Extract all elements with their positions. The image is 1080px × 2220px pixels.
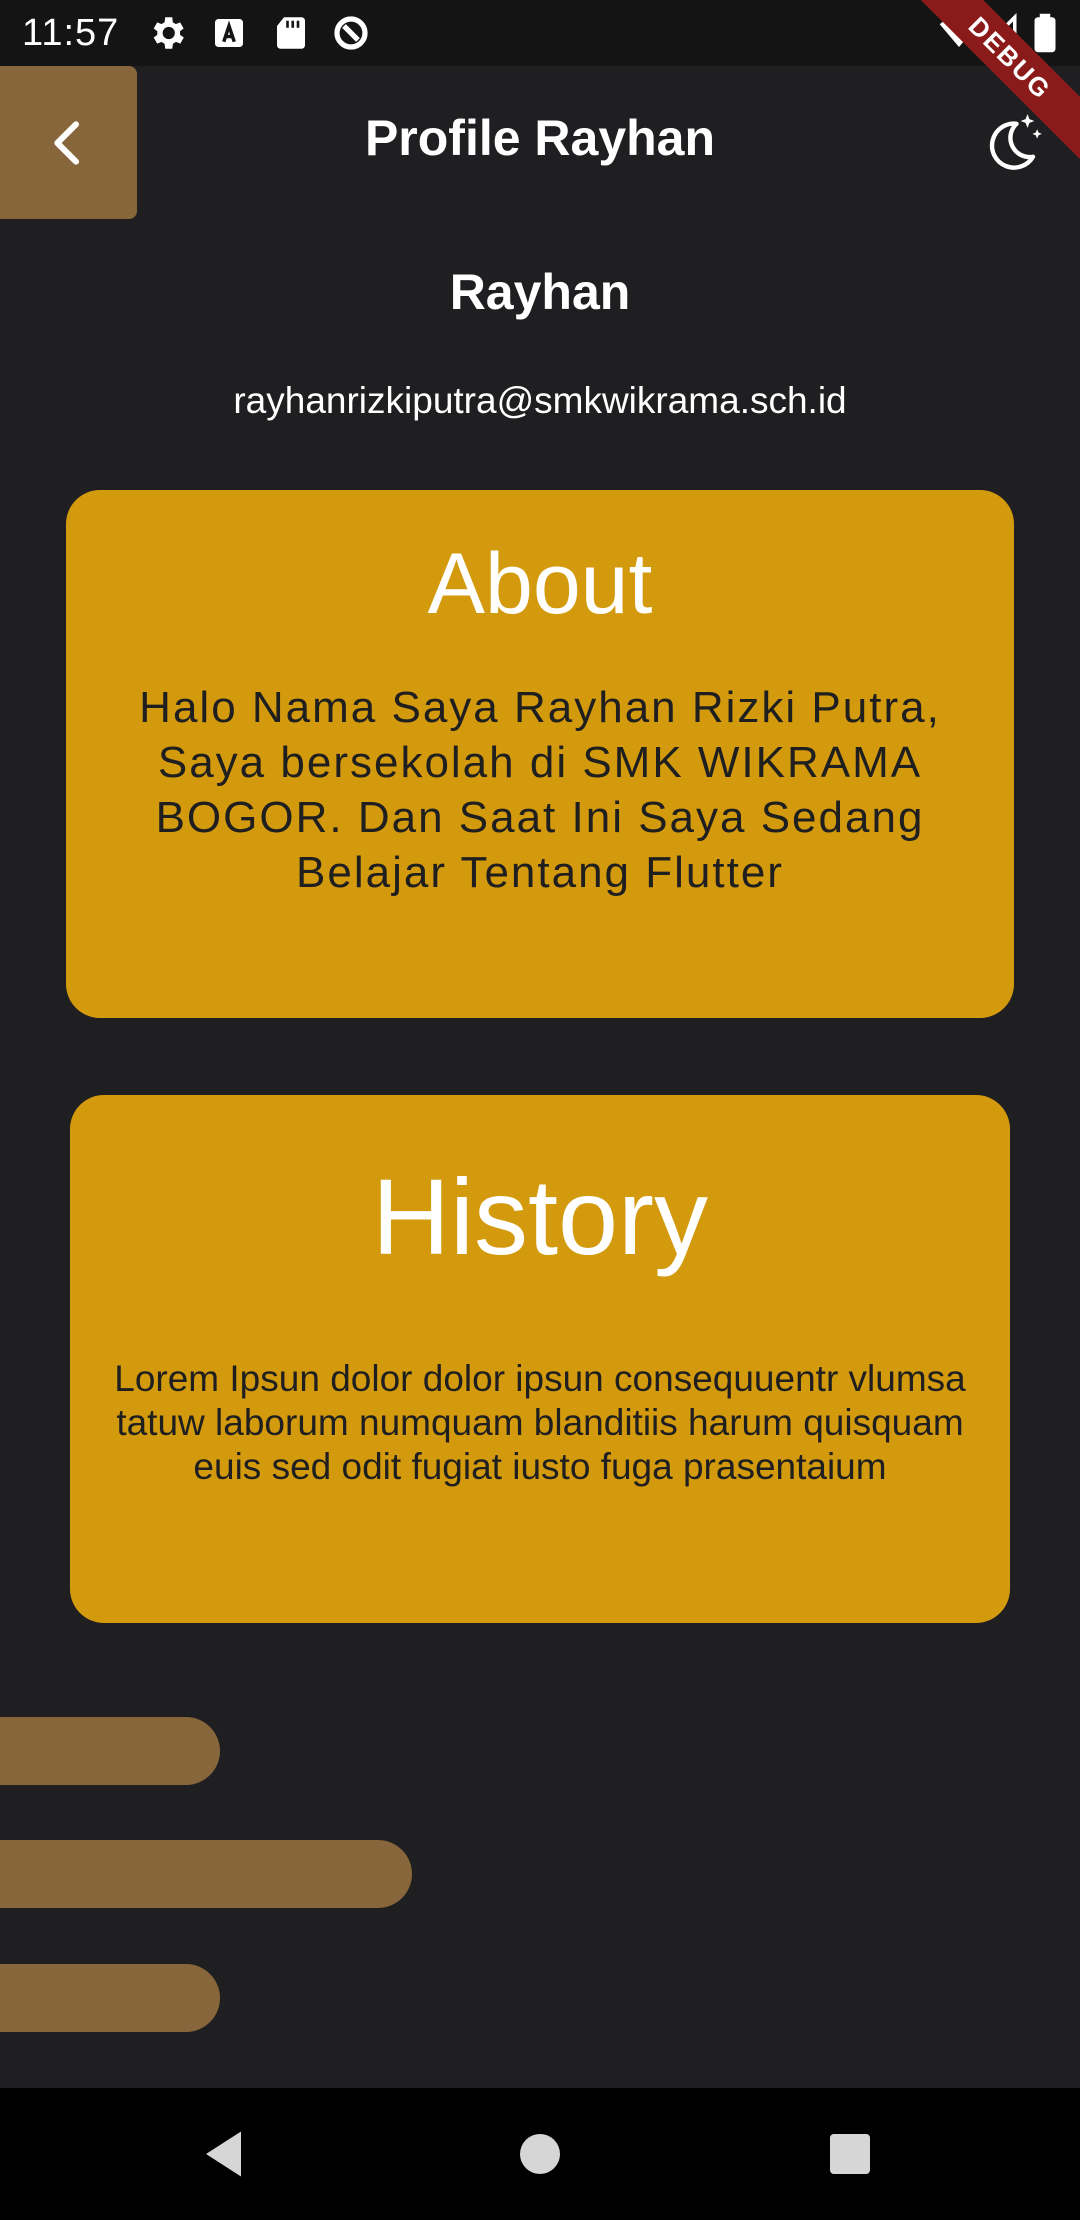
recents-square-icon [830, 2134, 870, 2174]
about-title: About [427, 536, 653, 632]
back-triangle-icon [206, 2131, 241, 2177]
about-card: About Halo Nama Saya Rayhan Rizki Putra,… [66, 490, 1014, 1018]
sd-card-icon [270, 12, 312, 54]
profile-name: Rayhan [449, 264, 631, 320]
nav-recents-button[interactable] [820, 2124, 880, 2184]
status-time: 11:57 [22, 12, 120, 54]
nav-home-button[interactable] [510, 2124, 570, 2184]
decorative-bar [0, 1964, 220, 2032]
about-body: Halo Nama Saya Rayhan Rizki Putra, Saya … [139, 683, 941, 897]
profile-email: rayhanrizkiputra@smkwikrama.sch.id [233, 380, 847, 421]
data-saver-icon [330, 12, 372, 54]
history-card: History Lorem Ipsun dolor dolor ipsun co… [70, 1095, 1010, 1623]
theme-toggle-button[interactable] [978, 110, 1044, 176]
page-title: Profile Rayhan [364, 110, 716, 166]
status-bar: 11:57 [0, 0, 1080, 66]
settings-icon [146, 12, 188, 54]
profile-screen: 11:57 DEBUG Profile Rayhan Rayhan rayhan… [0, 0, 1080, 2220]
system-nav-bar [0, 2088, 1080, 2220]
font-a-icon [208, 12, 250, 54]
decorative-bar [0, 1840, 412, 1908]
moon-stars-icon [989, 114, 1042, 170]
app-bar: Profile Rayhan [0, 66, 1080, 222]
battery-icon [1030, 12, 1060, 54]
home-circle-icon [520, 2134, 560, 2174]
history-body: Lorem Ipsun dolor dolor ipsun consequuen… [114, 1358, 966, 1487]
decorative-bar [0, 1717, 220, 1785]
nav-back-button[interactable] [196, 2124, 256, 2184]
history-title: History [371, 1156, 709, 1277]
